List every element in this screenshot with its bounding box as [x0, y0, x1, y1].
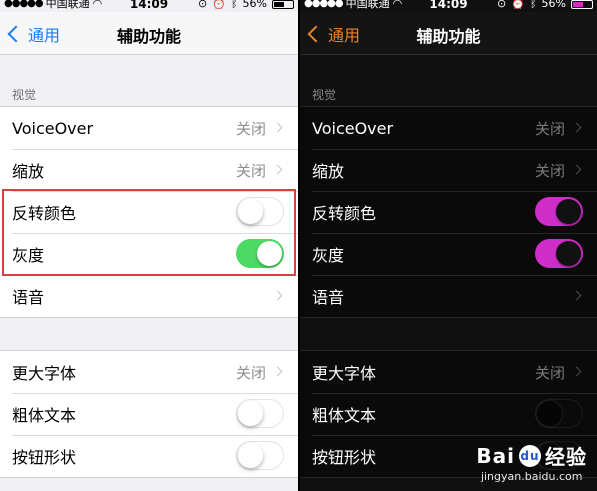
row-label: 语音 [12, 288, 45, 307]
row-label: 粗体文本 [312, 406, 377, 425]
row-value: 关闭 [235, 119, 266, 138]
settings-group-vision: VoiceOver 关闭 缩放 关闭 反转颜色 灰度 语音 [300, 106, 597, 318]
battery-icon [571, 0, 593, 9]
row-zoom[interactable]: 缩放 关闭 [300, 149, 597, 191]
settings-group-text: 更大字体 关闭 粗体文本 按钮形状 [0, 350, 298, 478]
alarm-icon: ⏰ [511, 0, 525, 10]
watermark-url: jingyan.baidu.com [480, 470, 583, 483]
row-value: 关闭 [235, 161, 266, 180]
row-voiceover[interactable]: VoiceOver 关闭 [300, 107, 597, 149]
watermark: Bai du 经验 jingyan.baidu.com [476, 441, 587, 484]
row-label: VoiceOver [312, 118, 394, 138]
chevron-right-icon [571, 366, 582, 377]
row-speech[interactable]: 语音 [300, 275, 597, 317]
bluetooth-icon: ᛒ [529, 0, 537, 10]
bold-text-toggle[interactable] [236, 399, 284, 428]
row-grayscale: 灰度 [300, 233, 597, 275]
row-invert-colors: 反转颜色 [0, 191, 298, 233]
alarm-icon: ⏰ [212, 0, 226, 10]
chevron-right-icon [272, 122, 283, 133]
row-label: 粗体文本 [12, 406, 77, 425]
lock-rotation-icon: ⊙ [497, 0, 507, 10]
row-larger-text[interactable]: 更大字体 关闭 [0, 351, 298, 393]
invert-colors-toggle[interactable] [535, 197, 583, 226]
row-label: 按钮形状 [12, 448, 77, 467]
row-larger-text[interactable]: 更大字体 关闭 [300, 351, 597, 393]
dark-settings-panel: ●●●●● 中国联通 ◠ 14:09 ⊙ ⏰ ᛒ 56% 通用 辅助功能 视觉 … [300, 0, 597, 491]
chevron-right-icon [571, 164, 582, 175]
row-label: 更大字体 [312, 364, 377, 383]
section-header-vision: 视觉 [312, 88, 337, 102]
row-value: 关闭 [235, 363, 266, 382]
row-value: 关闭 [534, 119, 565, 138]
row-label: 缩放 [312, 162, 345, 181]
navigation-bar: 通用 辅助功能 [300, 12, 597, 55]
battery-percent: 56% [541, 0, 566, 10]
row-label: 缩放 [12, 162, 45, 181]
chevron-right-icon [272, 164, 283, 175]
row-button-shapes: 按钮形状 [0, 435, 298, 477]
bold-text-toggle[interactable] [535, 399, 583, 428]
row-invert-colors: 反转颜色 [300, 191, 597, 233]
settings-group-vision: VoiceOver 关闭 缩放 关闭 反转颜色 灰度 语音 [0, 106, 298, 318]
row-zoom[interactable]: 缩放 关闭 [0, 149, 298, 191]
paw-icon: du [519, 444, 541, 467]
row-label: 更大字体 [12, 364, 77, 383]
page-title: 辅助功能 [116, 27, 181, 46]
watermark-brand-suffix: 经验 [545, 445, 587, 469]
battery-percent: 56% [242, 0, 267, 10]
row-label: 反转颜色 [12, 204, 77, 223]
chevron-right-icon [571, 122, 582, 133]
status-bar: ●●●●● 中国联通 ◠ 14:09 ⊙ ⏰ ᛒ 56% [0, 0, 298, 12]
battery-icon [272, 0, 294, 9]
row-label: 反转颜色 [312, 204, 377, 223]
page-title: 辅助功能 [416, 27, 481, 46]
grayscale-toggle[interactable] [535, 239, 583, 268]
lock-rotation-icon: ⊙ [198, 0, 208, 10]
chevron-right-icon [272, 290, 283, 301]
row-speech[interactable]: 语音 [0, 275, 298, 317]
bluetooth-icon: ᛒ [230, 0, 238, 10]
navigation-bar: 通用 辅助功能 [0, 12, 298, 55]
light-settings-panel: ●●●●● 中国联通 ◠ 14:09 ⊙ ⏰ ᛒ 56% 通用 辅助功能 视觉 … [0, 0, 298, 491]
chevron-right-icon [571, 290, 582, 301]
row-grayscale: 灰度 [0, 233, 298, 275]
section-header-vision: 视觉 [12, 88, 37, 102]
row-label: 语音 [312, 288, 345, 307]
row-value: 关闭 [534, 363, 565, 382]
button-shapes-toggle[interactable] [236, 441, 284, 470]
row-voiceover[interactable]: VoiceOver 关闭 [0, 107, 298, 149]
status-bar: ●●●●● 中国联通 ◠ 14:09 ⊙ ⏰ ᛒ 56% [300, 0, 597, 12]
watermark-brand: Bai [476, 443, 515, 468]
grayscale-toggle[interactable] [236, 239, 284, 268]
row-bold-text: 粗体文本 [0, 393, 298, 435]
row-label: 灰度 [12, 246, 45, 265]
row-value: 关闭 [534, 161, 565, 180]
invert-colors-toggle[interactable] [236, 197, 284, 226]
row-label: VoiceOver [12, 118, 94, 138]
row-label: 按钮形状 [312, 448, 377, 467]
row-bold-text: 粗体文本 [300, 393, 597, 435]
chevron-right-icon [272, 366, 283, 377]
row-label: 灰度 [312, 246, 345, 265]
